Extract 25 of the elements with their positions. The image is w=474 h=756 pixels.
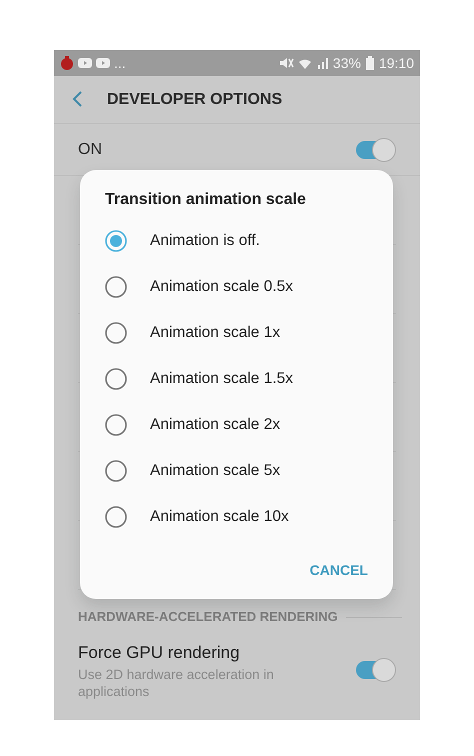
toggle-switch[interactable] bbox=[356, 138, 396, 162]
dialog-title: Transition animation scale bbox=[104, 190, 307, 210]
setting-summary: Use 2D hardware acceleration in applications bbox=[78, 666, 275, 701]
radio-option[interactable]: Animation scale 0.5x bbox=[80, 264, 393, 310]
app-icon bbox=[60, 56, 74, 70]
notification-more: ... bbox=[114, 54, 126, 72]
toggle-switch[interactable] bbox=[356, 658, 396, 682]
battery-percentage: 33% bbox=[332, 54, 361, 72]
radio-option[interactable]: Animation scale 5x bbox=[80, 448, 393, 494]
video-icon bbox=[78, 57, 92, 69]
radio-option[interactable]: Animation scale 1x bbox=[80, 310, 393, 356]
signal-icon bbox=[316, 56, 329, 70]
radio-option[interactable]: Animation is off. bbox=[80, 218, 393, 264]
setting-title: Force GPU rendering bbox=[78, 642, 241, 664]
radio-option[interactable]: Animation scale 10x bbox=[80, 494, 393, 540]
wifi-icon bbox=[298, 56, 312, 70]
screen-title: DEVELOPER OPTIONS bbox=[107, 90, 282, 110]
mute-icon bbox=[278, 56, 294, 70]
clock: 19:10 bbox=[378, 54, 414, 72]
video-icon bbox=[96, 57, 110, 69]
radio-option[interactable]: Animation scale 1.5x bbox=[80, 356, 393, 402]
section-header: HARDWARE-ACCELERATED RENDERING bbox=[78, 608, 338, 626]
battery-icon bbox=[364, 56, 375, 70]
radio-option[interactable]: Animation scale 2x bbox=[80, 402, 393, 448]
setting-label: ON bbox=[78, 140, 102, 160]
